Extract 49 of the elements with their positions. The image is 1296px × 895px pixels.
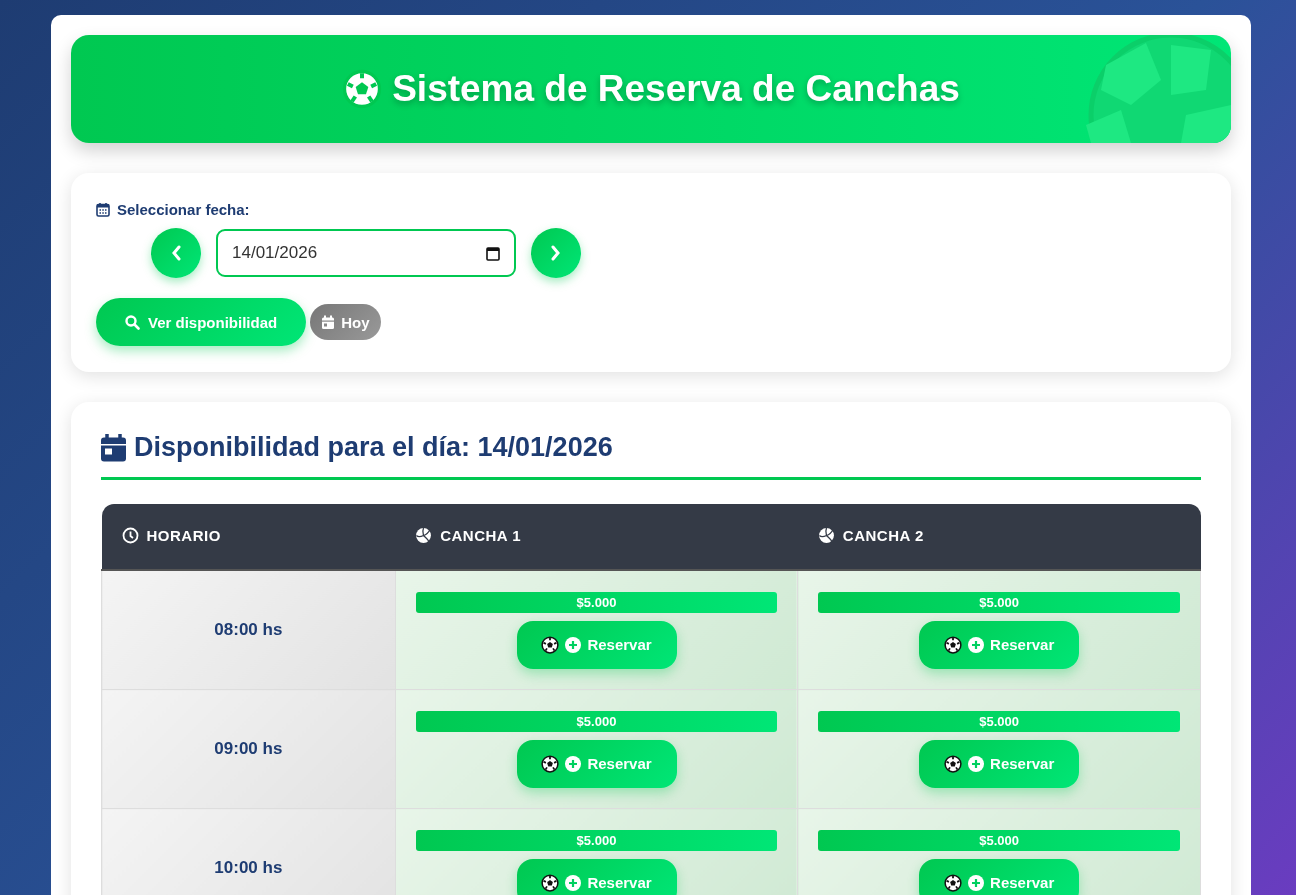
soccer-ball-icon xyxy=(541,873,560,892)
time-cell: 09:00 hs xyxy=(101,689,396,809)
price-tag: $5.000 xyxy=(415,829,778,851)
date-field[interactable]: 14/01/2026 xyxy=(216,229,516,277)
plus-circle-icon xyxy=(968,874,985,891)
calendar-icon xyxy=(321,314,336,330)
page-title: Sistema de Reserva de Canchas xyxy=(392,68,960,110)
reserve-button[interactable]: Reservar xyxy=(919,739,1080,788)
price-tag: $5.000 xyxy=(818,591,1180,613)
search-icon xyxy=(125,314,140,330)
chevron-left-icon xyxy=(171,245,181,261)
soccer-ball-icon xyxy=(944,754,963,773)
column-header: CANCHA 1 xyxy=(440,526,522,544)
calendar-icon xyxy=(486,245,500,261)
reserve-button[interactable]: Reservar xyxy=(516,739,677,788)
section-title: Disponibilidad para el día: 14/01/2026 xyxy=(134,432,613,463)
reserve-button[interactable]: Reservar xyxy=(919,858,1080,895)
search-button[interactable]: Ver disponibilidad xyxy=(96,298,307,346)
plus-circle-icon xyxy=(968,755,985,772)
calendar-icon xyxy=(101,433,126,462)
soccer-ball-icon xyxy=(944,635,963,654)
soccer-ball-icon xyxy=(342,69,383,109)
price-tag: $5.000 xyxy=(415,710,778,732)
reserve-button[interactable]: Reservar xyxy=(919,620,1080,669)
plus-circle-icon xyxy=(565,874,582,891)
soccer-ball-icon xyxy=(944,873,963,892)
price-tag: $5.000 xyxy=(818,710,1180,732)
chevron-right-icon xyxy=(551,245,561,261)
today-button[interactable]: Hoy xyxy=(310,304,381,340)
column-header: CANCHA 2 xyxy=(842,526,924,544)
price-tag: $5.000 xyxy=(415,591,778,613)
calendar-icon xyxy=(96,202,110,217)
volleyball-icon xyxy=(817,526,835,544)
reserve-button[interactable]: Reservar xyxy=(516,858,677,895)
volleyball-icon xyxy=(415,526,433,544)
previous-day-button[interactable] xyxy=(151,228,201,278)
time-cell: 10:00 hs xyxy=(101,808,396,895)
soccer-ball-icon xyxy=(541,635,560,654)
soccer-ball-icon xyxy=(541,754,560,773)
clock-icon xyxy=(121,526,139,544)
time-cell: 08:00 hs xyxy=(101,570,396,690)
plus-circle-icon xyxy=(968,636,985,653)
price-tag: $5.000 xyxy=(818,829,1180,851)
reserve-button[interactable]: Reservar xyxy=(516,620,677,669)
field-label: Seleccionar fecha: xyxy=(117,201,250,218)
column-header: HORARIO xyxy=(146,526,221,544)
next-day-button[interactable] xyxy=(531,228,581,278)
plus-circle-icon xyxy=(565,755,582,772)
plus-circle-icon xyxy=(565,636,582,653)
